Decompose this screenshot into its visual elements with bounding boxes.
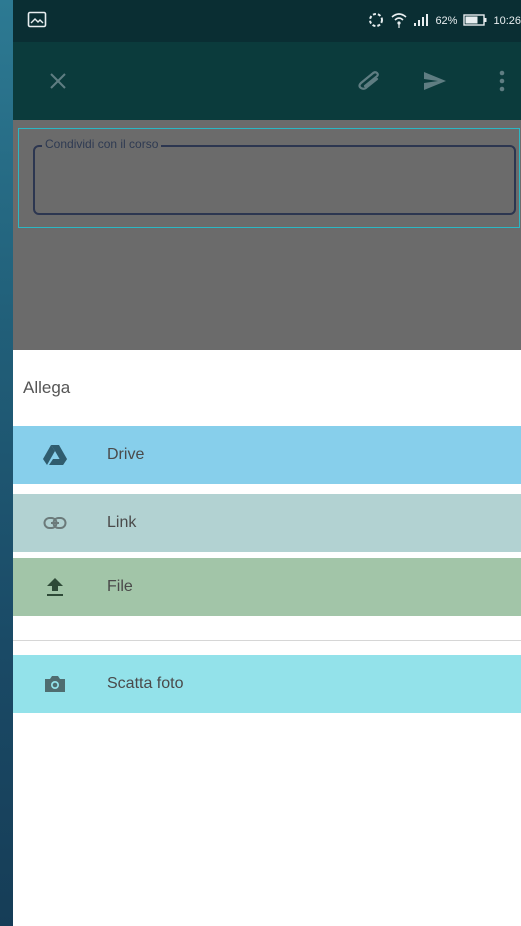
send-icon[interactable]: [418, 64, 452, 98]
sheet-item-label: Scatta foto: [107, 675, 184, 692]
section-divider: [13, 640, 521, 641]
close-icon[interactable]: [41, 64, 75, 98]
more-vert-icon[interactable]: [485, 64, 519, 98]
attach-bottom-sheet: Allega Drive Link File Scatta foto: [13, 350, 521, 926]
status-icons: 62% 10:26: [367, 11, 521, 31]
wifi-icon: [391, 11, 407, 32]
compose-toolbar: [13, 42, 521, 120]
attach-icon[interactable]: [353, 64, 387, 98]
battery-icon: [463, 13, 487, 29]
sheet-item-label: Drive: [107, 446, 145, 463]
share-with-course-field[interactable]: [33, 145, 516, 215]
sheet-item-take-photo[interactable]: Scatta foto: [13, 655, 521, 713]
sheet-item-label: File: [107, 578, 133, 595]
link-icon: [13, 516, 107, 530]
sync-icon: [367, 11, 385, 32]
sheet-item-drive[interactable]: Drive: [13, 426, 521, 484]
sheet-item-link[interactable]: Link: [13, 494, 521, 552]
field-label: Condividi con il corso: [42, 136, 162, 152]
app-screen: 62% 10:26 Condividi con il corso Allega: [13, 0, 521, 926]
sheet-title: Allega: [23, 378, 71, 397]
status-bar: 62% 10:26: [13, 0, 521, 42]
sheet-item-file[interactable]: File: [13, 558, 521, 616]
battery-percent: 62%: [435, 15, 458, 27]
signal-icon: [413, 13, 429, 30]
image-icon: [27, 11, 47, 28]
clock: 10:26: [493, 15, 521, 27]
dimmed-compose-area[interactable]: Condividi con il corso: [13, 120, 521, 350]
sheet-item-label: Link: [107, 514, 137, 531]
camera-icon: [13, 674, 107, 694]
drive-icon: [13, 444, 107, 466]
upload-icon: [13, 577, 107, 597]
